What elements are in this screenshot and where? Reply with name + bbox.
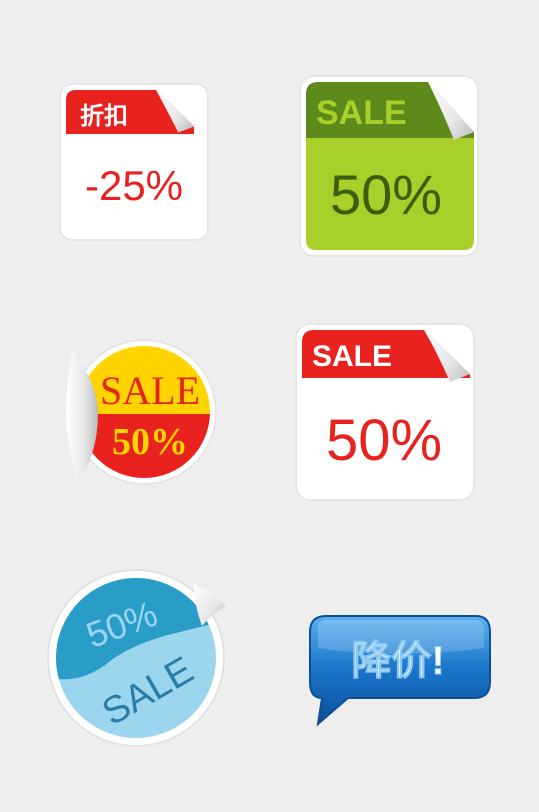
round-yellow-red-badge-top: SALE [100, 368, 200, 413]
red-white-sale-tag-header: SALE [312, 340, 392, 373]
green-sale-tag: SALE 50% [298, 74, 480, 258]
discount-tag: 折扣 -25% [58, 82, 210, 242]
red-white-sale-tag-value: 50% [326, 408, 442, 473]
green-sale-tag-value: 50% [330, 163, 442, 226]
discount-tag-value: -25% [85, 162, 183, 209]
discount-tag-header: 折扣 [80, 102, 128, 130]
round-yellow-red-badge-bottom: 50% [112, 421, 188, 463]
green-sale-tag-header: SALE [316, 94, 407, 132]
price-drop-bubble-text: 降价! [351, 639, 444, 683]
price-drop-bubble: 降价! [300, 612, 494, 736]
round-yellow-red-badge: SALE 50% [58, 322, 218, 502]
round-blue-badge: 50% SALE [44, 556, 236, 752]
red-white-sale-tag: SALE 50% [294, 322, 476, 502]
